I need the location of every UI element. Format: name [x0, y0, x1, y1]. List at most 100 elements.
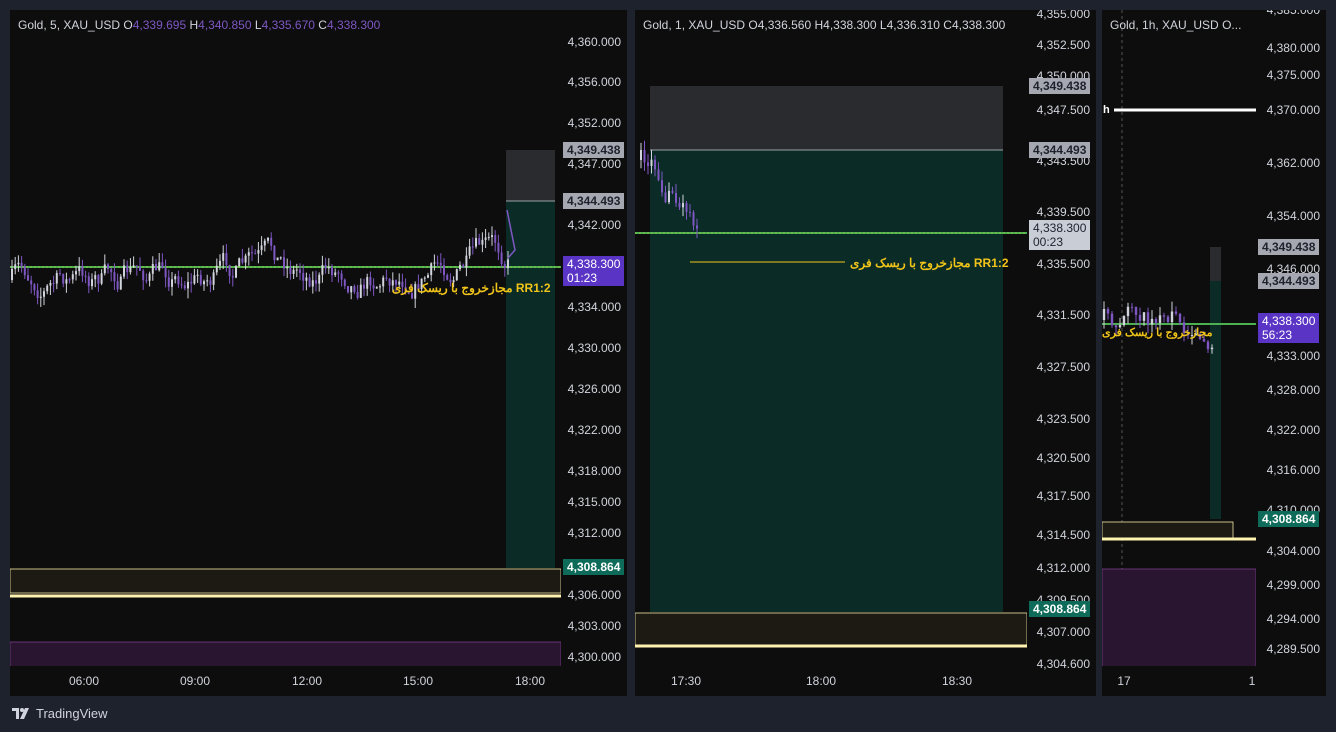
candle-body	[270, 237, 273, 246]
candle-body	[196, 274, 199, 276]
risk-free-annotation: مجازخروج با ریسک فری RR1:2	[392, 281, 551, 295]
candle-body	[1158, 315, 1162, 323]
candle-body	[475, 238, 477, 247]
candle-body	[327, 266, 330, 269]
candle-body	[315, 280, 317, 284]
price-axis[interactable]: 4,355.000 4,352.500 4,350.000 4,347.500 4,34…	[1027, 10, 1096, 671]
current-price-tag: 4,338.300 00:23	[1029, 220, 1091, 250]
candle-body	[228, 264, 231, 276]
candle-body	[478, 238, 481, 245]
current-price-tag: 4,338.300 56:23	[1258, 313, 1320, 343]
time-axis[interactable]: 06:00 09:00 12:00 15:00 18:00	[10, 666, 561, 696]
candle-countdown: 56:23	[1262, 328, 1293, 342]
candle-body	[484, 237, 487, 240]
price-tick: 4,347.000	[567, 157, 621, 171]
candle-body	[27, 275, 29, 281]
chart-pane-1h[interactable]: h مجازخروج با ریسک فری Gold, 1h, XAU_USD…	[1102, 10, 1326, 696]
candle-body	[103, 264, 106, 274]
candle-body	[471, 246, 474, 248]
candle-body	[279, 257, 282, 259]
price-tick: 4,303.000	[567, 619, 621, 633]
candle-body	[696, 225, 698, 229]
price-tick: 4,317.500	[1036, 489, 1090, 503]
candle-body	[388, 278, 391, 286]
legend-open: 4,339.695	[132, 18, 187, 32]
candle-body	[215, 265, 218, 273]
price-tick: 4,352.000	[567, 116, 621, 130]
candle-body	[497, 242, 500, 253]
price-tick: 4,314.500	[1036, 528, 1090, 542]
candle-body	[71, 274, 74, 280]
candle-body	[1134, 307, 1138, 315]
price-tick: 4,370.000	[1266, 103, 1320, 117]
candle-body	[177, 276, 180, 285]
candle-body	[212, 272, 215, 285]
plot-area[interactable]	[10, 10, 561, 666]
candle-body	[81, 266, 84, 276]
tradingview-logo-icon[interactable]	[12, 707, 32, 720]
price-tick: 4,318.000	[567, 464, 621, 478]
current-price-tag: 4,338.300 01:23	[563, 256, 625, 286]
price-axis[interactable]: 4,385.000 4,380.000 4,375.000 4,370.000 4,36…	[1256, 10, 1326, 666]
candle-body	[254, 253, 257, 255]
entry-tag: 4,344.493	[563, 193, 625, 209]
candle-body	[68, 279, 71, 281]
candle-body	[97, 275, 100, 284]
candle-body	[650, 159, 653, 167]
candle-body	[436, 262, 439, 264]
candle-body	[164, 268, 167, 278]
candle-body	[318, 274, 321, 284]
stop-loss-tag: 4,349.438	[563, 142, 625, 158]
candle-body	[372, 285, 375, 289]
candle-body	[427, 275, 429, 278]
price-tick: 4,304.000	[1266, 544, 1320, 558]
demand-zone	[635, 612, 1027, 646]
price-tick: 4,326.000	[567, 382, 621, 396]
candle-body	[340, 273, 343, 280]
candle-body	[286, 267, 289, 269]
candle-body	[132, 265, 135, 267]
price-tick: 4,354.000	[1266, 209, 1320, 223]
candle-body	[1138, 314, 1142, 321]
price-tick: 4,334.000	[567, 300, 621, 314]
candle-body	[167, 277, 170, 287]
candle-body	[46, 285, 49, 292]
candle-body	[350, 286, 353, 293]
candle-body	[295, 269, 298, 271]
candle-body	[257, 250, 260, 254]
chart-pane-5m[interactable]: مجازخروج با ریسک فری RR1:2 Gold, 5, XAU_…	[10, 10, 627, 696]
time-axis[interactable]: 17:30 18:00 18:30	[635, 666, 1027, 696]
price-value: 4,338.300	[1262, 314, 1316, 328]
price-tick: 4,327.500	[1036, 360, 1090, 374]
risk-free-annotation: مجازخروج با ریسک فری RR1:2	[850, 256, 1009, 270]
plot-area[interactable]	[635, 10, 1027, 666]
candle-body	[1154, 318, 1158, 323]
candle-body	[116, 281, 119, 290]
candle-body	[190, 281, 193, 284]
stop-loss-tag: 4,349.438	[1258, 239, 1320, 255]
stop-zone	[506, 150, 555, 201]
time-axis[interactable]: 17 1	[1102, 666, 1256, 696]
legend-open: 4,336.560	[757, 18, 812, 32]
candle-body	[1130, 306, 1134, 308]
brand-name[interactable]: TradingView	[36, 706, 108, 721]
candle-body	[1162, 315, 1166, 317]
price-axis[interactable]: 4,360.000 4,356.000 4,352.000 4,347.000 4,34…	[561, 10, 627, 666]
time-label: 15:00	[402, 674, 434, 688]
candle-body	[1110, 313, 1114, 326]
candle-body	[199, 274, 202, 285]
candle-body	[91, 279, 93, 287]
candle-body	[678, 202, 681, 208]
price-tick: 4,315.000	[567, 495, 621, 509]
candle-body	[142, 270, 145, 281]
candle-body	[151, 263, 154, 274]
candle-body	[49, 282, 52, 286]
price-tick: 4,306.000	[567, 588, 621, 602]
time-label: 1	[1248, 674, 1256, 688]
candle-body	[500, 252, 503, 265]
candle-body	[324, 264, 327, 269]
candle-body	[23, 266, 26, 276]
candle-body	[283, 257, 285, 269]
candle-body	[359, 284, 362, 298]
chart-pane-1m[interactable]: مجازخروج با ریسک فری RR1:2 Gold, 1, XAU_…	[635, 10, 1096, 696]
